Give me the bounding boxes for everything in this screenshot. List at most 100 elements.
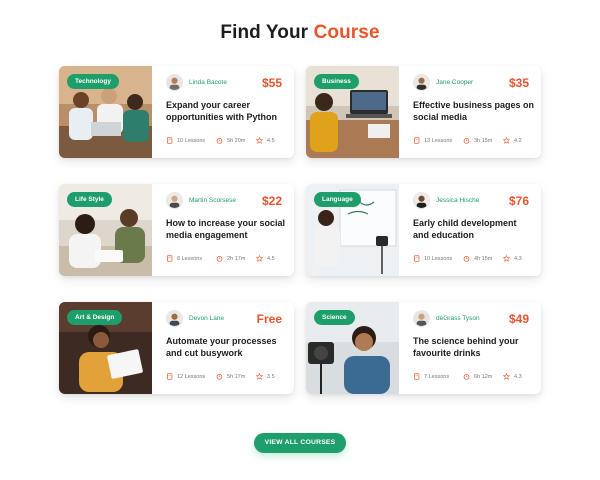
- instructor-name[interactable]: Martin Scorsese: [189, 197, 236, 204]
- course-duration: 5h 20m: [216, 137, 245, 144]
- course-rating: 4.5: [256, 255, 275, 262]
- lessons-label: 13 Lessons: [424, 137, 453, 144]
- lessons-label: 7 Lessons: [424, 373, 450, 380]
- course-meta: 10 Lessons 5h 20m 4.5: [166, 137, 286, 147]
- category-badge: Technology: [67, 74, 119, 89]
- book-icon: [167, 373, 173, 380]
- lessons-count: 13 Lessons: [413, 137, 452, 144]
- duration-label: 4h 15m: [474, 255, 493, 262]
- course-thumbnail[interactable]: Technology: [59, 66, 152, 158]
- course-price: $35: [508, 76, 529, 90]
- category-badge: Language: [314, 192, 361, 207]
- course-duration: 5h 17m: [216, 373, 245, 380]
- category-badge: Art & Design: [67, 310, 123, 325]
- course-card[interactable]: Life Style Martin Scorsese $22 How to in…: [59, 184, 294, 276]
- alarm-clock-icon: [463, 138, 470, 144]
- duration-label: 2h 17m: [227, 255, 246, 262]
- course-card[interactable]: Art & Design Devon Lane Free Automate yo…: [59, 302, 294, 394]
- course-meta: 7 Lessons 6h 12m 4.3: [413, 373, 533, 383]
- course-card[interactable]: Technology Linda Bacote $55 Expand your …: [59, 66, 294, 158]
- lessons-count: 10 Lessons: [413, 255, 452, 262]
- instructor-name[interactable]: Devon Lane: [189, 315, 224, 322]
- lessons-label: 12 Lessons: [177, 373, 206, 380]
- course-thumbnail[interactable]: Life Style: [59, 184, 152, 276]
- rating-label: 4.5: [267, 137, 275, 144]
- lessons-count: 8 Lessons: [166, 255, 202, 262]
- duration-label: 6h 12m: [474, 373, 493, 380]
- course-rating: 3.5: [256, 373, 275, 380]
- book-icon: [414, 255, 420, 262]
- page-title: Find Your Course: [0, 22, 600, 44]
- course-meta: 10 Lessons 4h 15m 4.3: [413, 255, 533, 265]
- course-thumbnail[interactable]: Business: [306, 66, 399, 158]
- lessons-label: 8 Lessons: [177, 255, 203, 262]
- avatar: [413, 74, 430, 91]
- star-icon: [256, 137, 263, 144]
- course-title[interactable]: The science behind your favourite drinks: [413, 336, 535, 359]
- course-rating: 4.5: [256, 137, 275, 144]
- course-title[interactable]: Effective business pages on social media: [413, 100, 535, 123]
- book-icon: [414, 137, 420, 144]
- course-rating: 4.3: [503, 255, 522, 262]
- category-badge: Business: [314, 74, 359, 89]
- rating-label: 4.2: [514, 137, 522, 144]
- star-icon: [256, 255, 263, 262]
- course-duration: 4h 15m: [463, 255, 492, 262]
- course-price: $22: [261, 194, 282, 208]
- view-all-courses-button[interactable]: VIEW ALL COURSES: [254, 433, 346, 453]
- course-thumbnail[interactable]: Language: [306, 184, 399, 276]
- course-duration: 2h 17m: [216, 255, 245, 262]
- alarm-clock-icon: [216, 256, 223, 262]
- course-title[interactable]: Automate your processes and cut busywork: [166, 336, 288, 359]
- lessons-label: 10 Lessons: [424, 255, 453, 262]
- course-title[interactable]: Early child development and education: [413, 218, 535, 241]
- alarm-clock-icon: [216, 374, 223, 380]
- course-title[interactable]: How to increase your social media engage…: [166, 218, 288, 241]
- course-price: $76: [508, 194, 529, 208]
- instructor-name[interactable]: Jane Cooper: [436, 79, 473, 86]
- course-card[interactable]: Language Jessica Hische $76 Early child …: [306, 184, 541, 276]
- alarm-clock-icon: [463, 374, 470, 380]
- lessons-label: 10 Lessons: [177, 137, 206, 144]
- star-icon: [256, 373, 263, 380]
- book-icon: [167, 137, 173, 144]
- page-title-prefix: Find Your: [220, 22, 309, 43]
- course-rating: 4.3: [503, 373, 522, 380]
- course-rating: 4.2: [503, 137, 522, 144]
- course-title[interactable]: Expand your career opportunities with Py…: [166, 100, 288, 123]
- course-meta: 12 Lessons 5h 17m 3.5: [166, 373, 286, 383]
- category-badge: Science: [314, 310, 355, 325]
- page-title-accent: Course: [313, 22, 380, 43]
- avatar: [166, 74, 183, 91]
- instructor-name[interactable]: deGrass Tyson: [436, 315, 480, 322]
- avatar: [166, 192, 183, 209]
- course-thumbnail[interactable]: Science: [306, 302, 399, 394]
- avatar: [166, 310, 183, 327]
- rating-label: 4.5: [267, 255, 275, 262]
- rating-label: 4.3: [514, 373, 522, 380]
- course-card[interactable]: Science deGrass Tyson $49 The science be…: [306, 302, 541, 394]
- category-badge: Life Style: [67, 192, 112, 207]
- alarm-clock-icon: [463, 256, 470, 262]
- course-thumbnail[interactable]: Art & Design: [59, 302, 152, 394]
- course-price: $55: [261, 76, 282, 90]
- alarm-clock-icon: [216, 138, 223, 144]
- instructor-name[interactable]: Jessica Hische: [436, 197, 479, 204]
- book-icon: [167, 255, 173, 262]
- avatar: [413, 192, 430, 209]
- rating-label: 3.5: [267, 373, 275, 380]
- course-duration: 3h 15m: [463, 137, 492, 144]
- course-price: $49: [508, 312, 529, 326]
- lessons-count: 10 Lessons: [166, 137, 205, 144]
- course-duration: 6h 12m: [463, 373, 492, 380]
- rating-label: 4.3: [514, 255, 522, 262]
- book-icon: [414, 373, 420, 380]
- avatar: [413, 310, 430, 327]
- duration-label: 3h 15m: [474, 137, 493, 144]
- course-meta: 13 Lessons 3h 15m 4.2: [413, 137, 533, 147]
- course-card[interactable]: Business Jane Cooper $35 Effective busin…: [306, 66, 541, 158]
- lessons-count: 12 Lessons: [166, 373, 205, 380]
- duration-label: 5h 20m: [227, 137, 246, 144]
- instructor-name[interactable]: Linda Bacote: [189, 79, 227, 86]
- course-meta: 8 Lessons 2h 17m 4.5: [166, 255, 286, 265]
